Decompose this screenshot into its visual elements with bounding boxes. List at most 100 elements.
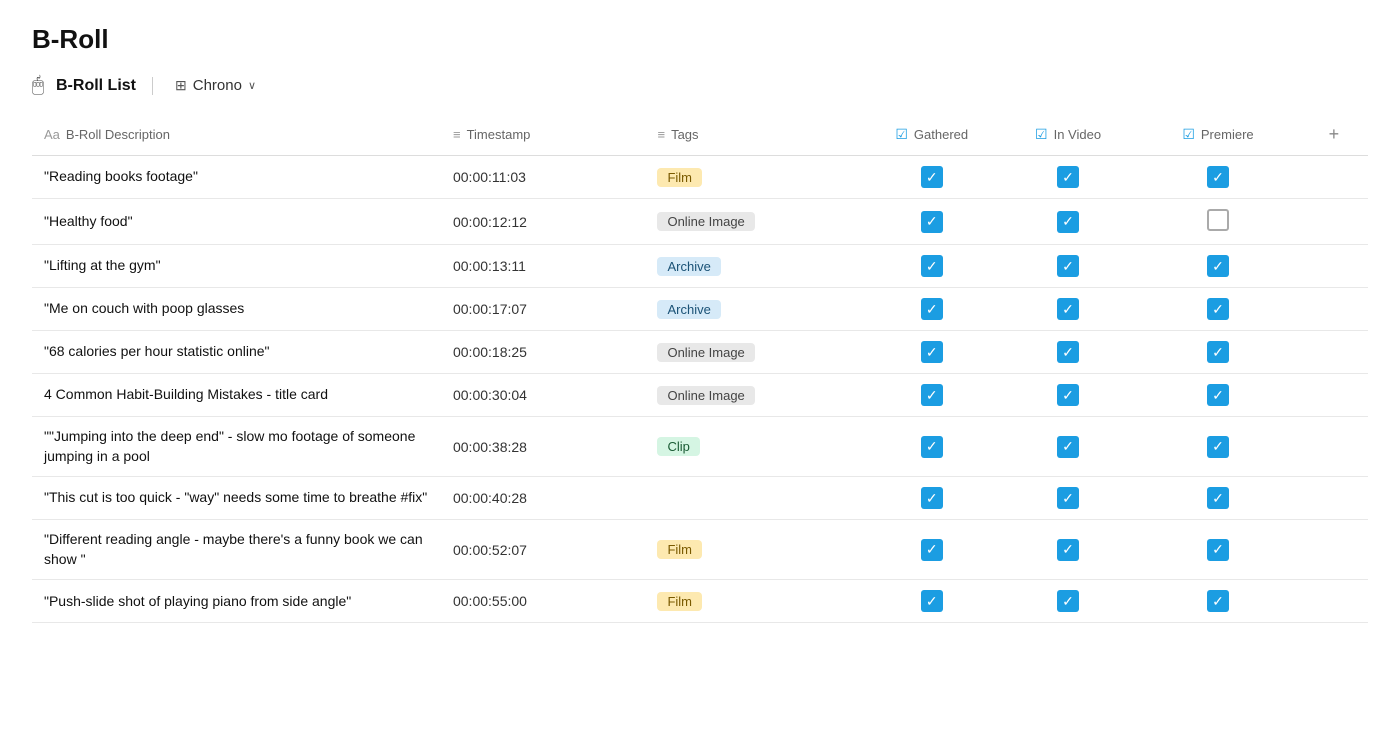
cell-tag: Film: [645, 520, 863, 580]
premiere-check-icon: ☑: [1182, 126, 1195, 143]
cell-gathered[interactable]: ✓: [864, 288, 1000, 331]
cell-desc: "Reading books footage": [32, 156, 441, 199]
checkbox-invideo[interactable]: ✓: [1057, 539, 1079, 561]
checkbox-invideo[interactable]: ✓: [1057, 166, 1079, 188]
checkbox-premiere[interactable]: ✓: [1207, 298, 1229, 320]
text-type-icon: Aa: [44, 127, 60, 142]
cell-tag: Archive: [645, 245, 863, 288]
checkbox-gathered[interactable]: ✓: [921, 539, 943, 561]
cell-invideo[interactable]: ✓: [1000, 156, 1136, 199]
checkbox-invideo[interactable]: ✓: [1057, 590, 1079, 612]
checkbox-invideo[interactable]: ✓: [1057, 384, 1079, 406]
add-column-button[interactable]: +: [1323, 122, 1346, 147]
cell-gathered[interactable]: ✓: [864, 374, 1000, 417]
checkbox-gathered[interactable]: ✓: [921, 211, 943, 233]
tag-badge[interactable]: Clip: [657, 437, 699, 456]
cell-invideo[interactable]: ✓: [1000, 477, 1136, 520]
cell-desc: "Push-slide shot of playing piano from s…: [32, 580, 441, 623]
cell-gathered[interactable]: ✓: [864, 199, 1000, 245]
tag-badge[interactable]: Online Image: [657, 343, 754, 362]
cell-premiere[interactable]: [1136, 199, 1300, 245]
checkbox-invideo[interactable]: ✓: [1057, 487, 1079, 509]
cell-tag: Clip: [645, 417, 863, 477]
checkbox-gathered[interactable]: ✓: [921, 384, 943, 406]
tag-badge[interactable]: Film: [657, 592, 702, 611]
cell-premiere[interactable]: ✓: [1136, 288, 1300, 331]
cell-timestamp: 00:00:18:25: [441, 331, 645, 374]
cell-gathered[interactable]: ✓: [864, 156, 1000, 199]
tag-badge[interactable]: Online Image: [657, 212, 754, 231]
cell-gathered[interactable]: ✓: [864, 245, 1000, 288]
cell-timestamp: 00:00:17:07: [441, 288, 645, 331]
desc-text: ""Jumping into the deep end" - slow mo f…: [44, 428, 415, 464]
checkbox-premiere[interactable]: ✓: [1207, 487, 1229, 509]
cell-premiere[interactable]: ✓: [1136, 520, 1300, 580]
checkbox-gathered[interactable]: ✓: [921, 590, 943, 612]
view-selector-button[interactable]: ⊞ Chrono ∨: [169, 73, 262, 98]
desc-text: "Push-slide shot of playing piano from s…: [44, 593, 351, 609]
checkbox-invideo[interactable]: ✓: [1057, 211, 1079, 233]
checkbox-premiere[interactable]: ✓: [1207, 590, 1229, 612]
tag-badge[interactable]: Film: [657, 168, 702, 187]
checkbox-gathered[interactable]: ✓: [921, 436, 943, 458]
checkbox-gathered[interactable]: ✓: [921, 255, 943, 277]
checkbox-invideo[interactable]: ✓: [1057, 436, 1079, 458]
checkbox-gathered[interactable]: ✓: [921, 166, 943, 188]
tag-badge[interactable]: Film: [657, 540, 702, 559]
checkbox-premiere[interactable]: ✓: [1207, 166, 1229, 188]
cell-invideo[interactable]: ✓: [1000, 374, 1136, 417]
timestamp-icon: ≡: [453, 127, 461, 142]
cell-premiere[interactable]: ✓: [1136, 417, 1300, 477]
cell-invideo[interactable]: ✓: [1000, 580, 1136, 623]
cell-desc: 4 Common Habit-Building Mistakes - title…: [32, 374, 441, 417]
desc-text: "Lifting at the gym": [44, 257, 161, 273]
tag-badge[interactable]: Archive: [657, 300, 720, 319]
cell-add: [1300, 288, 1368, 331]
col-label-tags: Tags: [671, 127, 698, 142]
checkbox-gathered[interactable]: ✓: [921, 298, 943, 320]
checkbox-invideo[interactable]: ✓: [1057, 341, 1079, 363]
table-row: "68 calories per hour statistic online"0…: [32, 331, 1368, 374]
cell-gathered[interactable]: ✓: [864, 417, 1000, 477]
cell-gathered[interactable]: ✓: [864, 477, 1000, 520]
checkbox-invideo[interactable]: ✓: [1057, 298, 1079, 320]
table-body: "Reading books footage"00:00:11:03Film✓✓…: [32, 156, 1368, 623]
checkbox-gathered[interactable]: ✓: [921, 341, 943, 363]
cell-gathered[interactable]: ✓: [864, 580, 1000, 623]
col-label-timestamp: Timestamp: [467, 127, 531, 142]
desc-text: 4 Common Habit-Building Mistakes - title…: [44, 386, 328, 402]
cell-tag: Archive: [645, 288, 863, 331]
cell-invideo[interactable]: ✓: [1000, 199, 1136, 245]
checkbox-premiere[interactable]: [1207, 209, 1229, 231]
table-row: "Reading books footage"00:00:11:03Film✓✓…: [32, 156, 1368, 199]
checkbox-premiere[interactable]: ✓: [1207, 539, 1229, 561]
checkbox-gathered[interactable]: ✓: [921, 487, 943, 509]
cell-gathered[interactable]: ✓: [864, 331, 1000, 374]
checkbox-premiere[interactable]: ✓: [1207, 436, 1229, 458]
timestamp-value: 00:00:40:28: [453, 490, 527, 506]
broll-icon: 🖱: [32, 74, 44, 97]
checkbox-invideo[interactable]: ✓: [1057, 255, 1079, 277]
checkbox-premiere[interactable]: ✓: [1207, 384, 1229, 406]
cell-invideo[interactable]: ✓: [1000, 331, 1136, 374]
cell-timestamp: 00:00:13:11: [441, 245, 645, 288]
cell-premiere[interactable]: ✓: [1136, 374, 1300, 417]
cell-premiere[interactable]: ✓: [1136, 580, 1300, 623]
cell-premiere[interactable]: ✓: [1136, 245, 1300, 288]
cell-invideo[interactable]: ✓: [1000, 245, 1136, 288]
cell-premiere[interactable]: ✓: [1136, 331, 1300, 374]
cell-premiere[interactable]: ✓: [1136, 477, 1300, 520]
checkbox-premiere[interactable]: ✓: [1207, 341, 1229, 363]
col-header-add[interactable]: +: [1300, 114, 1368, 156]
tag-badge[interactable]: Archive: [657, 257, 720, 276]
checkbox-premiere[interactable]: ✓: [1207, 255, 1229, 277]
cell-invideo[interactable]: ✓: [1000, 520, 1136, 580]
cell-invideo[interactable]: ✓: [1000, 288, 1136, 331]
col-header-tags: ≡ Tags: [645, 114, 863, 156]
col-header-invideo: ☑ In Video: [1000, 114, 1136, 156]
cell-premiere[interactable]: ✓: [1136, 156, 1300, 199]
tag-badge[interactable]: Online Image: [657, 386, 754, 405]
cell-invideo[interactable]: ✓: [1000, 417, 1136, 477]
toolbar-divider: [152, 77, 153, 95]
cell-gathered[interactable]: ✓: [864, 520, 1000, 580]
